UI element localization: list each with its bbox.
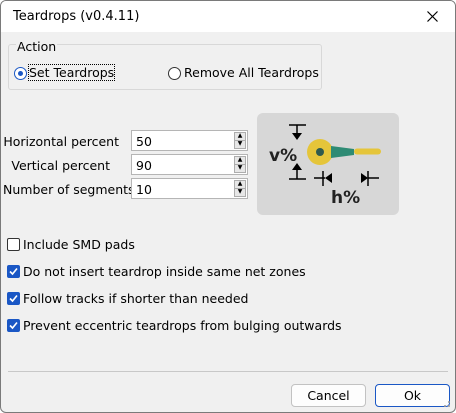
include-smd-pads-label[interactable]: Include SMD pads xyxy=(23,237,135,252)
ok-button[interactable]: Ok xyxy=(375,384,450,407)
close-button[interactable] xyxy=(409,1,455,32)
no-same-net-zones-label[interactable]: Do not insert teardrop inside same net z… xyxy=(23,264,306,279)
checkmark-icon xyxy=(9,267,18,276)
number-of-segments-value: 10 xyxy=(136,182,152,197)
resize-grip-icon[interactable] xyxy=(441,398,451,408)
ok-button-label: Ok xyxy=(403,388,422,403)
prevent-eccentric-checkbox[interactable] xyxy=(7,319,20,332)
remove-all-teardrops-radio[interactable] xyxy=(168,67,181,80)
horizontal-percent-value: 50 xyxy=(136,134,152,149)
follow-tracks-checkbox[interactable] xyxy=(7,292,20,305)
window-title: Teardrops (v0.4.11) xyxy=(13,9,140,24)
action-group-label: Action xyxy=(16,39,58,54)
v-percent-label: v% xyxy=(269,146,297,166)
follow-tracks-label[interactable]: Follow tracks if shorter than needed xyxy=(23,291,249,306)
teardrop-diagram: v% h% xyxy=(257,113,399,215)
cancel-button[interactable]: Cancel xyxy=(291,384,366,407)
teardrop-diagram-graphic: v% h% xyxy=(269,124,381,208)
title-bar: Teardrops (v0.4.11) xyxy=(1,1,455,32)
vertical-percent-value: 90 xyxy=(136,158,152,173)
number-of-segments-spinbox[interactable]: 10 ▲ ▼ xyxy=(131,178,248,199)
separator xyxy=(8,371,448,372)
no-same-net-zones-checkbox[interactable] xyxy=(7,265,20,278)
teardrops-dialog: Teardrops (v0.4.11) Action Set Teardrops… xyxy=(0,0,456,413)
remove-all-teardrops-label[interactable]: Remove All Teardrops xyxy=(184,65,319,80)
h-percent-label: h% xyxy=(331,188,360,208)
checkmark-icon xyxy=(9,294,18,303)
down-arrow-icon[interactable]: ▼ xyxy=(234,141,246,149)
vertical-percent-label: Vertical percent xyxy=(11,158,110,173)
set-teardrops-label[interactable]: Set Teardrops xyxy=(27,64,116,81)
horizontal-percent-label: Horizontal percent xyxy=(3,134,119,149)
down-arrow-icon[interactable]: ▼ xyxy=(234,165,246,173)
set-teardrops-radio[interactable] xyxy=(14,67,27,80)
number-of-segments-label: Number of segments xyxy=(3,182,135,197)
cancel-button-label: Cancel xyxy=(307,388,350,403)
checkmark-icon xyxy=(9,321,18,330)
include-smd-pads-checkbox[interactable] xyxy=(7,238,20,251)
down-arrow-icon[interactable]: ▼ xyxy=(234,189,246,197)
vertical-percent-spinbox[interactable]: 90 ▲ ▼ xyxy=(131,154,248,175)
close-icon xyxy=(426,11,438,22)
prevent-eccentric-label[interactable]: Prevent eccentric teardrops from bulging… xyxy=(23,318,342,333)
horizontal-percent-spinbox[interactable]: 50 ▲ ▼ xyxy=(131,130,248,151)
